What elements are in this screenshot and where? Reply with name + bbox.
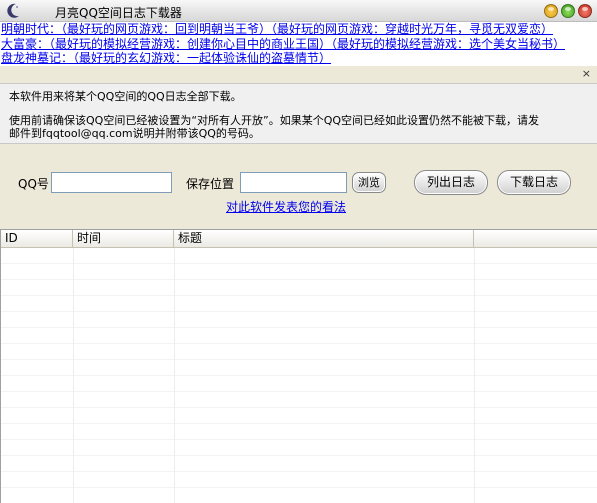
download-logs-button[interactable]: 下载日志	[497, 170, 571, 195]
save-location-input[interactable]	[240, 172, 347, 193]
column-header-title[interactable]: 标题	[174, 230, 474, 248]
ad-link-tycoon[interactable]: 大富豪：（最好玩的模拟经营游戏：创建你心目中的商业王国）（最好玩的模拟经营游戏：…	[1, 37, 565, 51]
close-ad-icon[interactable]: ×	[582, 67, 591, 81]
close-window-button[interactable]	[578, 4, 592, 18]
title-bar: 月亮QQ空间日志下载器	[0, 0, 597, 22]
qq-number-label: QQ号	[18, 177, 49, 191]
column-header-extra[interactable]	[474, 230, 597, 248]
moon-app-icon	[7, 3, 19, 18]
maximize-button[interactable]	[561, 4, 575, 18]
info-panel: 本软件用来将某个QQ空间的QQ日志全部下载。 使用前请确保该QQ空间已经被设置为…	[0, 83, 597, 144]
info-instructions: 使用前请确保该QQ空间已经被设置为“对所有人开放”。如果某个QQ空间已经如此设置…	[9, 114, 540, 127]
save-location-label: 保存位置	[186, 177, 235, 191]
table-header: ID 时间 标题	[1, 230, 597, 248]
log-table: ID 时间 标题	[0, 229, 597, 503]
ad-panel: 明朝时代：（最好玩的网页游戏：回到明朝当王爷）（最好玩的网页游戏：穿越时光万年，…	[0, 22, 597, 66]
column-header-id[interactable]: ID	[1, 230, 73, 248]
ad-close-bar: ×	[0, 66, 597, 82]
list-logs-button[interactable]: 列出日志	[414, 170, 488, 195]
qq-number-input[interactable]	[51, 172, 172, 193]
window-title: 月亮QQ空间日志下载器	[55, 6, 182, 20]
ad-link-ming-dynasty[interactable]: 明朝时代：（最好玩的网页游戏：回到明朝当王爷）（最好玩的网页游戏：穿越时光万年，…	[1, 22, 553, 36]
column-header-time[interactable]: 时间	[73, 230, 174, 248]
minimize-button[interactable]	[544, 4, 558, 18]
table-body[interactable]	[1, 248, 597, 503]
ad-link-panlong[interactable]: 盘龙神墓记：（最好玩的玄幻游戏：一起体验诛仙的盗墓情节）	[1, 51, 331, 65]
browse-button[interactable]: 浏览	[352, 172, 386, 193]
info-contact: 邮件到fqqtool@qq.com说明并附带该QQ的号码。	[9, 127, 260, 140]
feedback-link[interactable]: 对此软件发表您的看法	[226, 198, 346, 215]
info-description: 本软件用来将某个QQ空间的QQ日志全部下载。	[9, 90, 242, 103]
